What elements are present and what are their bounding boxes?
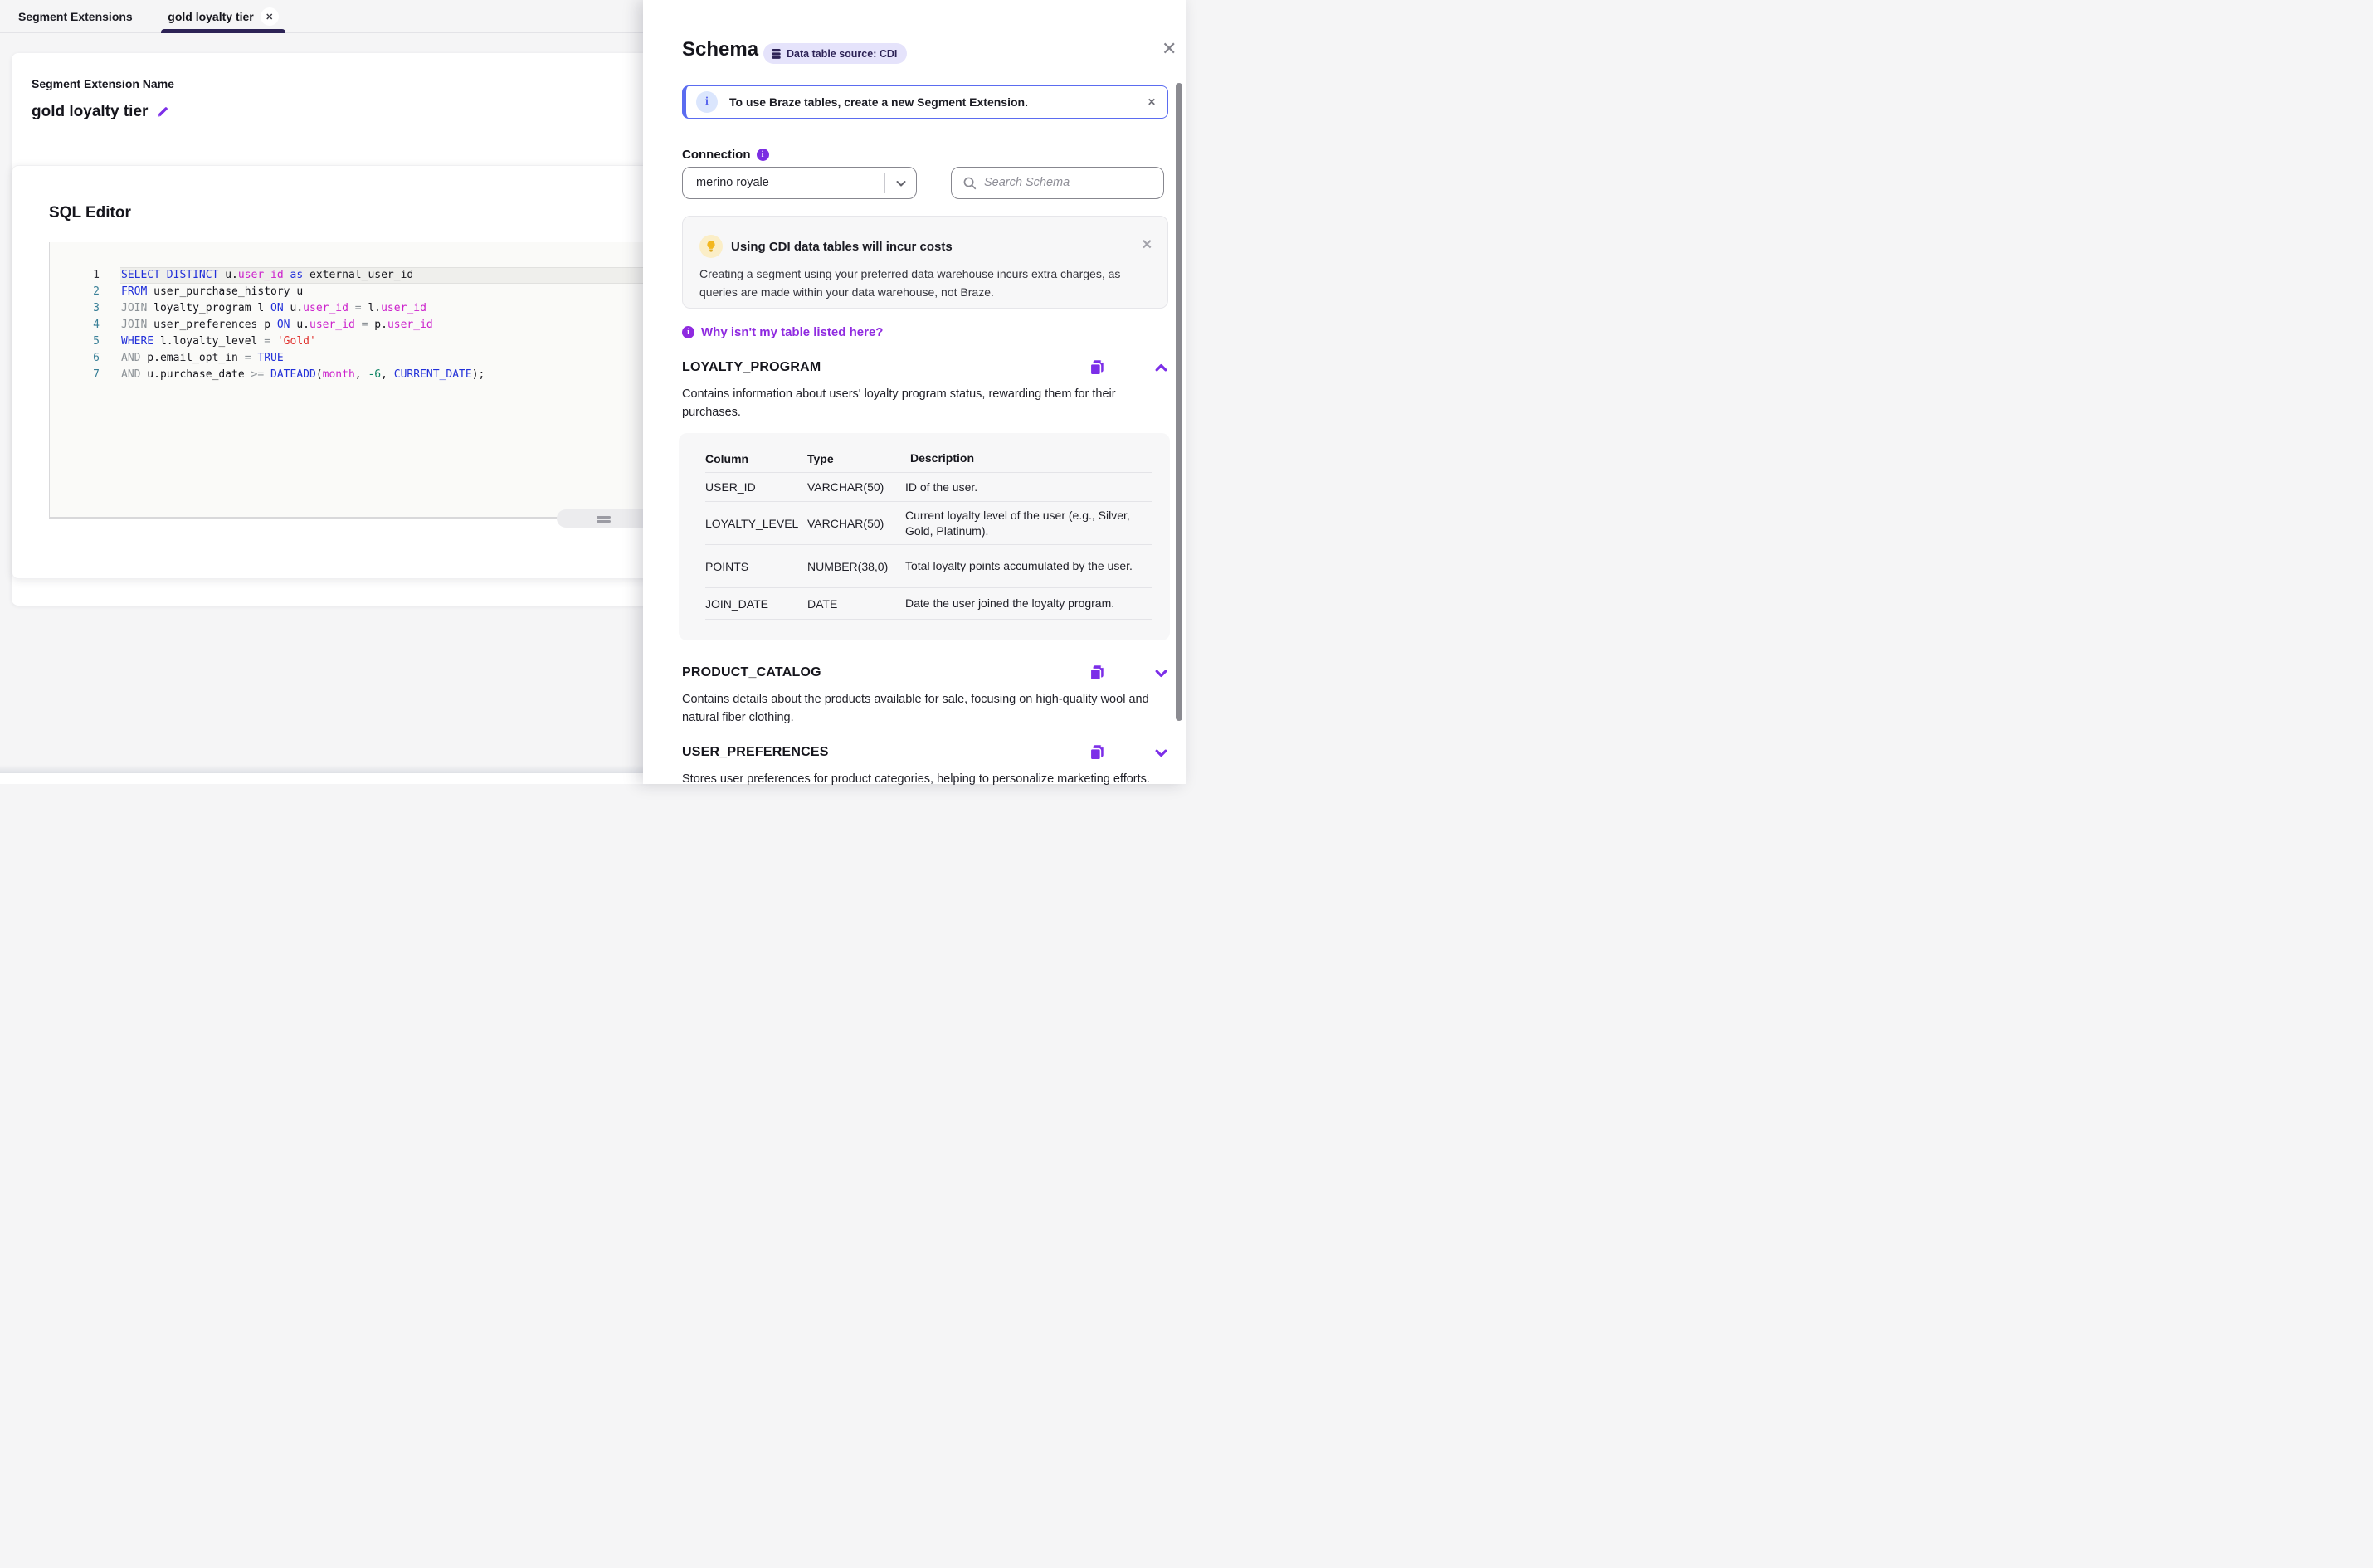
table-column-header: Column xyxy=(705,452,807,465)
active-tab-underline xyxy=(161,29,285,33)
code-text: AND u.purchase_date >= DATEADD(month, -6… xyxy=(121,367,485,383)
code-text: WHERE l.loyalty_level = 'Gold' xyxy=(121,334,316,350)
schema-table-description: Contains details about the products avai… xyxy=(682,690,1168,727)
code-text: JOIN loyalty_program l ON u.user_id = l.… xyxy=(121,300,426,317)
column-description-cell: ID of the user. xyxy=(905,480,1152,495)
info-banner-close-icon[interactable]: ✕ xyxy=(1148,96,1156,108)
chevron-up-icon[interactable] xyxy=(1154,361,1168,375)
warning-title: Using CDI data tables will incur costs xyxy=(731,240,953,254)
schema-search xyxy=(951,167,1164,199)
line-number: 7 xyxy=(50,367,100,383)
copy-icon[interactable] xyxy=(1088,743,1106,762)
schema-table-description: Contains information about users' loyalt… xyxy=(682,385,1168,421)
table-row: LOYALTY_LEVELVARCHAR(50)Current loyalty … xyxy=(705,502,1152,545)
app-window: Segment Extensions gold loyalty tier ✕ S… xyxy=(0,0,1186,784)
column-name-cell: POINTS xyxy=(705,560,807,573)
info-banner: i To use Braze tables, create a new Segm… xyxy=(682,85,1168,119)
table-help-link[interactable]: i Why isn't my table listed here? xyxy=(682,325,883,339)
copy-icon[interactable] xyxy=(1088,664,1106,682)
help-link-text: Why isn't my table listed here? xyxy=(701,325,883,339)
info-icon: i xyxy=(696,91,718,113)
panel-close-icon[interactable]: ✕ xyxy=(1162,38,1177,60)
column-type-cell: NUMBER(38,0) xyxy=(807,560,905,573)
schema-table-name: PRODUCT_CATALOG xyxy=(682,665,1088,680)
column-type-cell: VARCHAR(50) xyxy=(807,480,905,494)
schema-tables-list: LOYALTY_PROGRAM Contains information abou… xyxy=(682,357,1172,788)
table-row: USER_IDVARCHAR(50)ID of the user. xyxy=(705,473,1152,502)
chevron-down-icon[interactable] xyxy=(1154,666,1168,680)
column-name-cell: LOYALTY_LEVEL xyxy=(705,517,807,530)
help-info-icon: i xyxy=(682,326,694,338)
line-number: 4 xyxy=(50,317,100,334)
info-banner-text: To use Braze tables, create a new Segmen… xyxy=(729,95,1148,109)
code-text: SELECT DISTINCT u.user_id as external_us… xyxy=(121,267,413,284)
data-source-badge-label: Data table source: CDI xyxy=(787,48,897,60)
search-schema-input[interactable] xyxy=(984,168,1154,197)
dropdown-divider xyxy=(884,173,885,193)
line-number: 1 xyxy=(50,267,100,284)
chevron-down-icon xyxy=(894,177,908,190)
connection-info-icon[interactable]: i xyxy=(757,149,769,161)
chevron-down-icon[interactable] xyxy=(1154,746,1168,760)
column-name-cell: JOIN_DATE xyxy=(705,597,807,611)
line-number: 3 xyxy=(50,300,100,317)
segment-extension-name-label: Segment Extension Name xyxy=(32,77,174,90)
column-type-cell: VARCHAR(50) xyxy=(807,517,905,530)
tab-gold-loyalty-tier[interactable]: gold loyalty tier ✕ xyxy=(161,0,285,33)
column-description-cell: Total loyalty points accumulated by the … xyxy=(905,558,1152,574)
table-column-header: Type xyxy=(807,452,905,465)
lightbulb-icon xyxy=(699,235,723,258)
code-text: JOIN user_preferences p ON u.user_id = p… xyxy=(121,317,433,334)
tab-close-icon[interactable]: ✕ xyxy=(261,7,279,26)
schema-table-section: LOYALTY_PROGRAM Contains information abou… xyxy=(682,357,1172,640)
cdi-cost-warning-card: Using CDI data tables will incur costs ✕… xyxy=(682,216,1168,309)
table-column-header: Description xyxy=(905,450,1152,466)
code-text: FROM user_purchase_history u xyxy=(121,284,303,300)
schema-table-description: Stores user preferences for product cate… xyxy=(682,770,1168,788)
column-description-cell: Date the user joined the loyalty program… xyxy=(905,596,1152,611)
line-number: 2 xyxy=(50,284,100,300)
code-text: AND p.email_opt_in = TRUE xyxy=(121,350,284,367)
schema-table-name: USER_PREFERENCES xyxy=(682,745,1088,760)
search-icon xyxy=(962,176,977,190)
schema-table-section: PRODUCT_CATALOG Contains details about th… xyxy=(682,662,1172,727)
warning-body: Creating a segment using your preferred … xyxy=(699,265,1154,301)
line-number: 5 xyxy=(50,334,100,350)
column-type-cell: DATE xyxy=(807,597,905,611)
connection-selected-value: merino royale xyxy=(696,168,769,198)
connection-select[interactable]: merino royale xyxy=(682,167,917,199)
panel-scrollbar-thumb[interactable] xyxy=(1176,83,1182,721)
schema-panel: ✕ Schema Data table source: CDI i To use… xyxy=(643,0,1186,784)
tab-segment-extensions[interactable]: Segment Extensions xyxy=(18,0,133,33)
table-row: JOIN_DATEDATEDate the user joined the lo… xyxy=(705,588,1152,620)
database-icon xyxy=(771,48,782,60)
edit-pencil-icon[interactable] xyxy=(156,105,169,119)
schema-columns-table: ColumnTypeDescriptionUSER_IDVARCHAR(50)I… xyxy=(679,433,1170,640)
schema-table-section: USER_PREFERENCES Stores user preferences … xyxy=(682,742,1172,788)
table-row: POINTSNUMBER(38,0)Total loyalty points a… xyxy=(705,545,1152,588)
schema-panel-title: Schema xyxy=(682,38,758,61)
segment-extension-name-value: gold loyalty tier xyxy=(32,103,148,121)
column-description-cell: Current loyalty level of the user (e.g.,… xyxy=(905,508,1152,539)
data-source-badge: Data table source: CDI xyxy=(763,43,907,64)
warning-close-icon[interactable]: ✕ xyxy=(1142,236,1152,253)
sql-editor-title: SQL Editor xyxy=(49,204,131,222)
line-number: 6 xyxy=(50,350,100,367)
connection-label: Connection xyxy=(682,148,751,162)
schema-table-name: LOYALTY_PROGRAM xyxy=(682,360,1088,375)
copy-icon[interactable] xyxy=(1088,358,1106,377)
column-name-cell: USER_ID xyxy=(705,480,807,494)
tab-label: gold loyalty tier xyxy=(168,10,253,23)
